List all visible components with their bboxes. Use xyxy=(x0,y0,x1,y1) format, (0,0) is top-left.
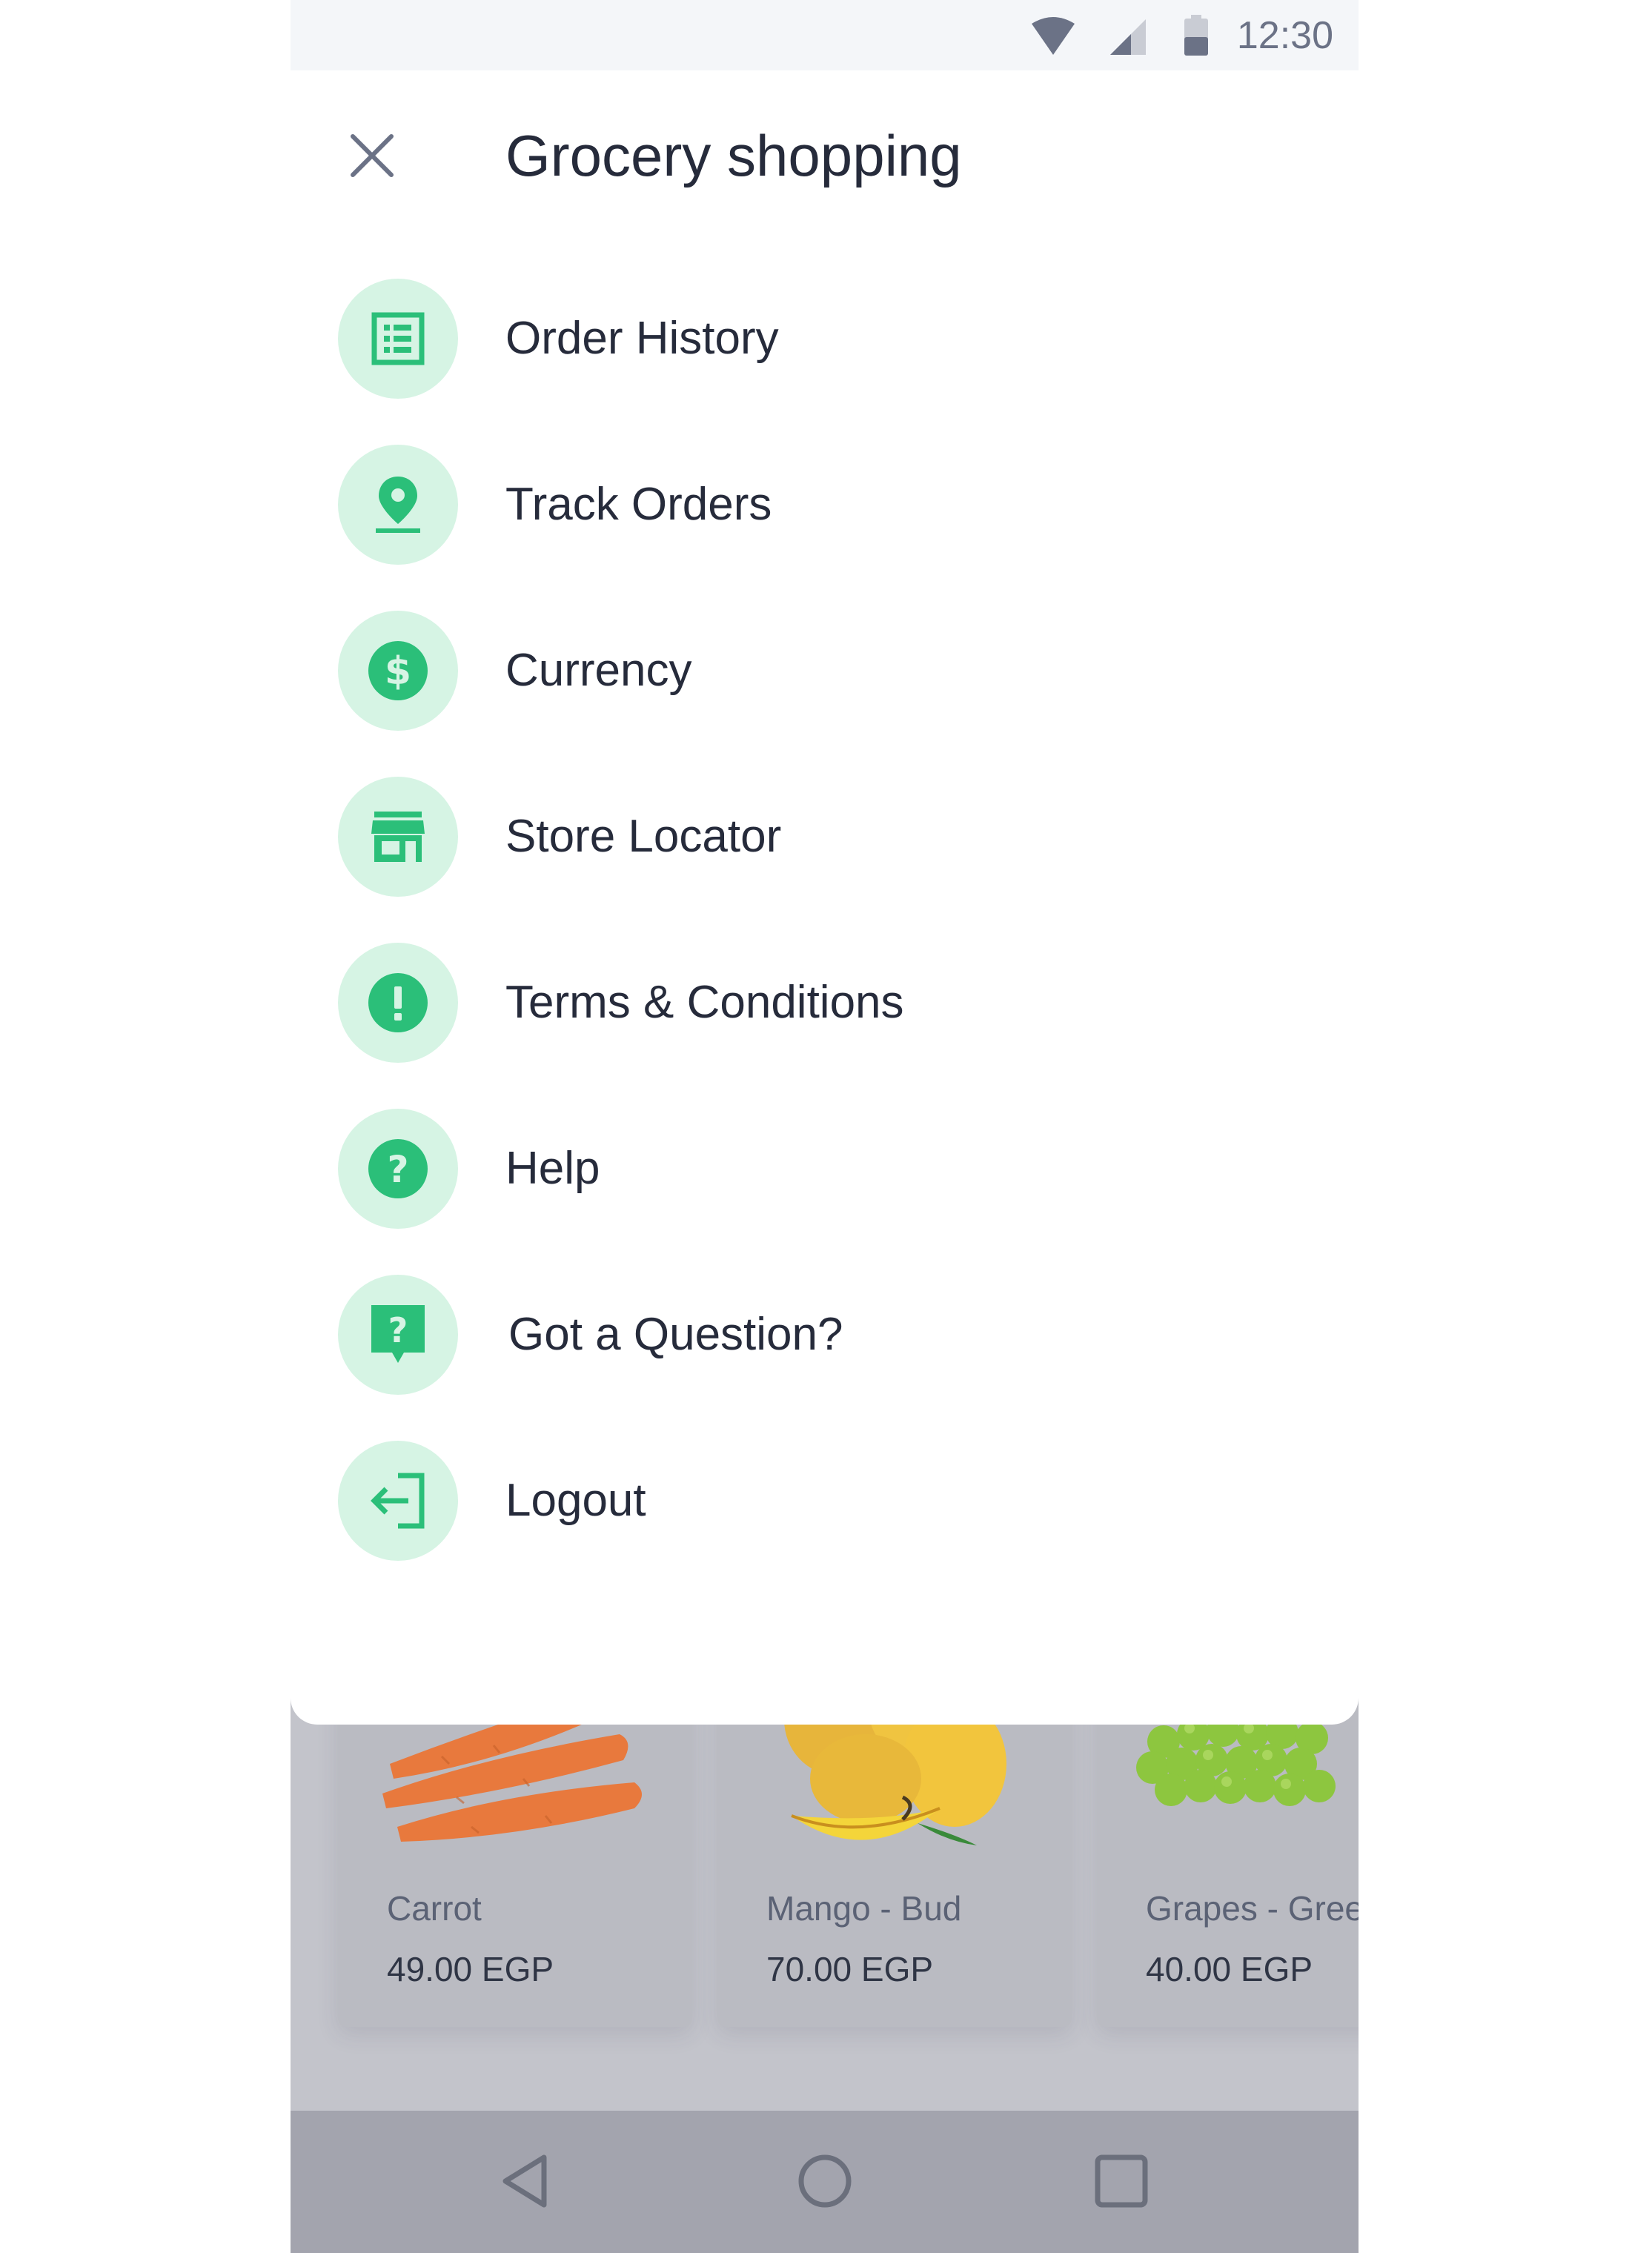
close-button[interactable] xyxy=(342,126,402,185)
svg-text:?: ? xyxy=(388,1310,408,1350)
status-time: 12:30 xyxy=(1236,14,1333,57)
list-icon xyxy=(338,279,458,399)
home-button[interactable] xyxy=(784,2140,866,2222)
menu-item-currency[interactable]: $ Currency xyxy=(338,611,1301,732)
product-name: Grapes - Gree xyxy=(1146,1889,1359,1928)
dollar-icon: $ xyxy=(338,611,458,731)
menu-item-track-orders[interactable]: Track Orders xyxy=(338,445,1301,566)
navigation-bar xyxy=(291,2111,1359,2253)
drawer-title: Grocery shopping xyxy=(505,123,962,188)
menu-item-logout[interactable]: Logout xyxy=(338,1441,1301,1562)
signal-icon xyxy=(1110,19,1146,55)
question-bubble-icon: ? xyxy=(338,1275,458,1395)
battery-icon xyxy=(1184,15,1208,56)
menu-item-help[interactable]: ? Help xyxy=(338,1109,1301,1230)
product-price: 70.00 EGP xyxy=(766,1950,934,1988)
menu-item-label: Store Locator xyxy=(505,811,782,862)
menu-item-label: Got a Question? xyxy=(508,1309,843,1360)
recents-square-icon xyxy=(1095,2154,1148,2208)
menu-item-label: Terms & Conditions xyxy=(505,977,904,1028)
menu-item-label: Track Orders xyxy=(505,479,772,530)
menu-item-terms[interactable]: Terms & Conditions xyxy=(338,943,1301,1064)
menu-item-label: Logout xyxy=(505,1475,646,1526)
product-name: Mango - Bud xyxy=(766,1889,962,1928)
logout-icon xyxy=(338,1441,458,1561)
side-drawer: Grocery shopping Order History Track Ord… xyxy=(291,70,1359,1725)
alert-icon xyxy=(338,943,458,1063)
menu-item-label: Order History xyxy=(505,313,779,364)
back-button[interactable] xyxy=(487,2140,568,2222)
location-pin-icon xyxy=(338,445,458,565)
product-price: 49.00 EGP xyxy=(387,1950,554,1988)
menu-item-store-locator[interactable]: Store Locator xyxy=(338,777,1301,898)
menu-item-order-history[interactable]: Order History xyxy=(338,279,1301,400)
status-bar: 12:30 xyxy=(291,0,1359,70)
menu-item-label: Currency xyxy=(505,645,692,696)
menu-item-got-a-question[interactable]: ? Got a Question? xyxy=(338,1275,1301,1396)
help-icon: ? xyxy=(338,1109,458,1229)
close-icon xyxy=(351,134,394,177)
back-triangle-icon xyxy=(502,2154,547,2208)
recents-button[interactable] xyxy=(1081,2140,1162,2222)
svg-text:?: ? xyxy=(387,1148,408,1191)
menu-item-label: Help xyxy=(505,1143,600,1194)
product-price: 40.00 EGP xyxy=(1146,1950,1313,1988)
store-icon xyxy=(338,777,458,897)
wifi-icon xyxy=(1032,17,1075,55)
product-name: Carrot xyxy=(387,1889,482,1928)
phone-screen: Carrot 49.00 EGP Mango - Bud 70.00 EGP G… xyxy=(291,0,1359,2253)
svg-text:$: $ xyxy=(385,649,411,694)
home-circle-icon xyxy=(798,2154,852,2208)
